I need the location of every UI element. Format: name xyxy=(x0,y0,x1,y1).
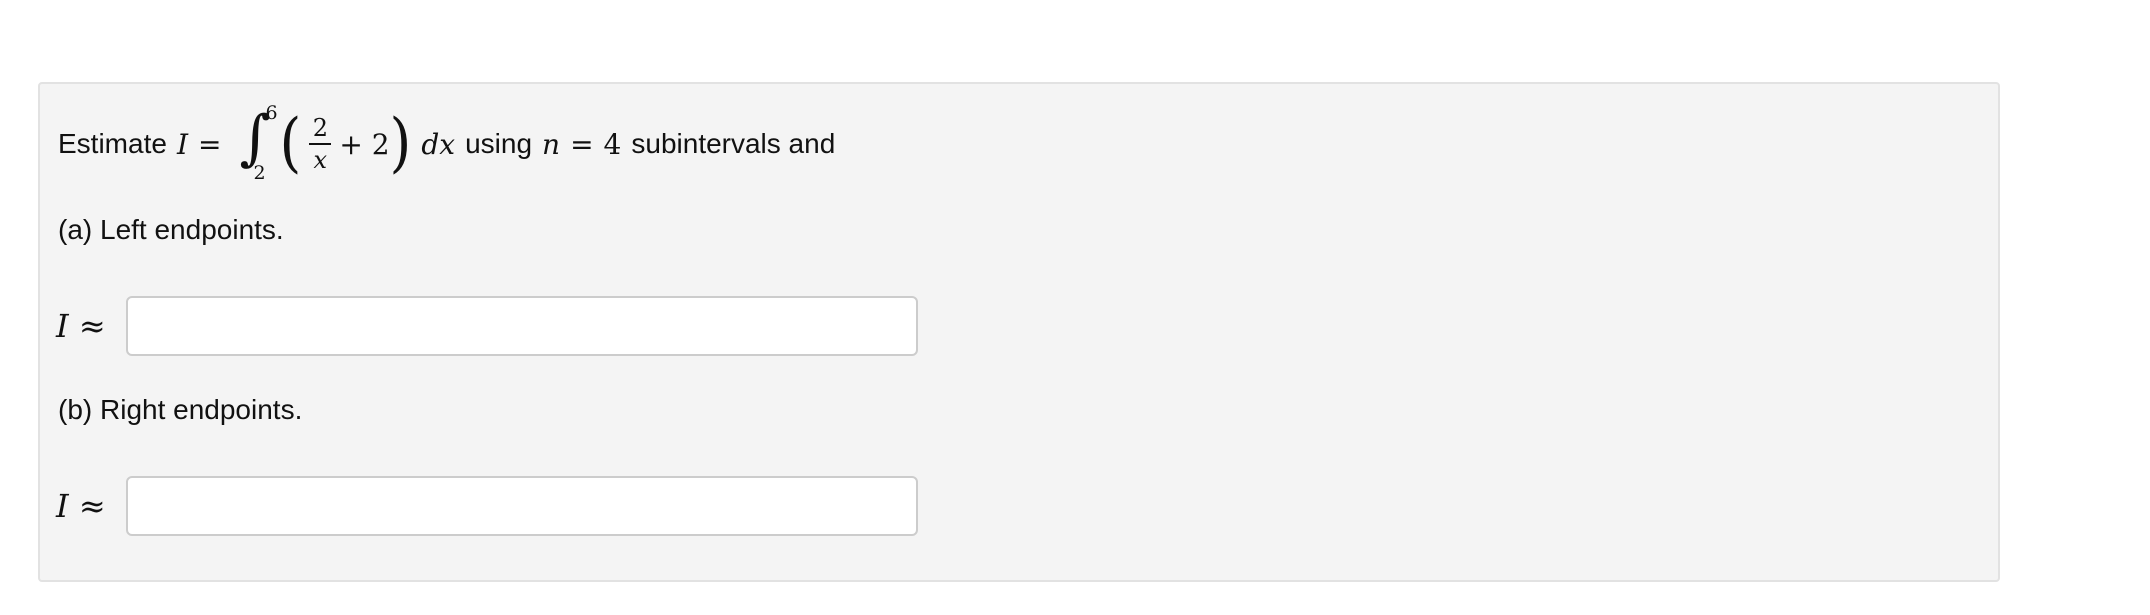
part-b-label: (b) Right endpoints. xyxy=(58,394,303,425)
n-variable: n xyxy=(542,127,561,161)
fraction-denominator: x xyxy=(313,146,328,174)
close-parenthesis: ) xyxy=(389,106,412,181)
equals-sign: = xyxy=(198,127,222,161)
question-prefix: Estimate xyxy=(58,128,167,159)
part-a-approx-label: I ≈ xyxy=(56,307,106,345)
part-a-answer-row: I ≈ xyxy=(56,296,918,356)
part-a-label: (a) Left endpoints. xyxy=(58,214,284,245)
definite-integral: ∫ 6 2 xyxy=(235,102,278,186)
part-b-answer-input[interactable] xyxy=(126,476,918,536)
question-mid-text: using xyxy=(465,128,533,159)
n-equals-sign: = xyxy=(570,127,594,161)
part-b-approx-label: I ≈ xyxy=(56,487,106,525)
question-text: Estimate I = ∫ 6 2 ( 2 x + 2 ) dx using … xyxy=(58,102,835,186)
plus-term: + 2 xyxy=(339,127,390,161)
open-parenthesis: ( xyxy=(279,106,302,181)
question-suffix: subintervals and xyxy=(631,128,836,159)
differential: dx xyxy=(421,127,456,161)
integral-upper-limit: 6 xyxy=(265,102,278,124)
integral-variable: I xyxy=(176,127,188,161)
fraction-numerator: 2 xyxy=(312,114,328,142)
n-value: 4 xyxy=(603,127,622,161)
fraction: 2 x xyxy=(309,113,332,175)
part-b-answer-row: I ≈ xyxy=(56,476,918,536)
question-panel: Estimate I = ∫ 6 2 ( 2 x + 2 ) dx using … xyxy=(38,82,2000,582)
integral-lower-limit: 2 xyxy=(253,162,266,184)
part-a-answer-input[interactable] xyxy=(126,296,918,356)
